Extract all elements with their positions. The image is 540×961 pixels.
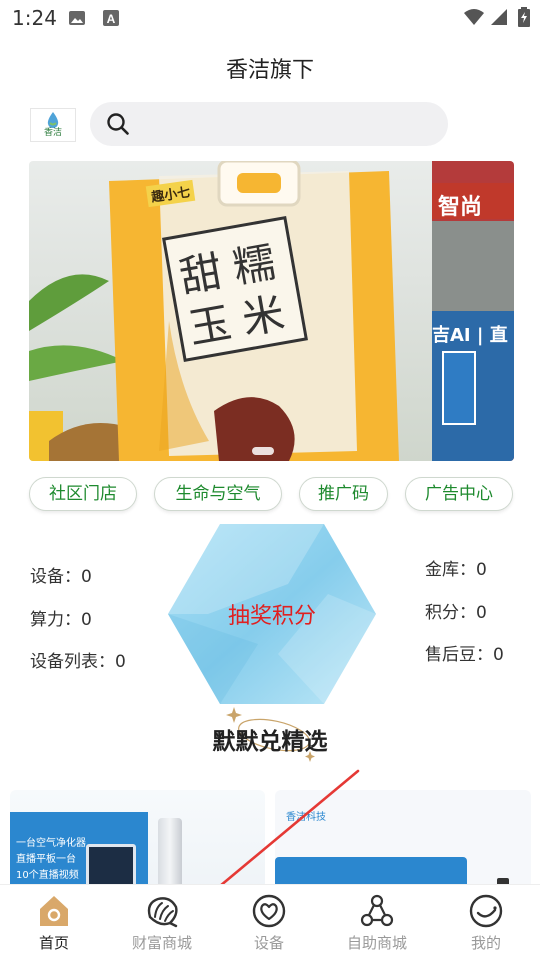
battery-icon — [518, 7, 530, 27]
smile-icon — [469, 894, 503, 928]
svg-text:A: A — [107, 12, 116, 26]
heart-device-icon — [252, 894, 286, 928]
card1-line-2: 直播平板一台 — [16, 854, 76, 865]
banner-carousel[interactable]: 趣小七 甜 糯 玉 米 智尚 吉AI | 直 — [29, 161, 514, 461]
tab-wealth-mall-label: 财富商城 — [131, 934, 192, 952]
search-input[interactable] — [140, 108, 434, 142]
tab-self-service-mall-label: 自助商城 — [346, 934, 407, 952]
tab-wealth-mall[interactable]: 财富商城 — [108, 885, 216, 961]
tab-self-service-mall[interactable]: 自助商城 — [323, 885, 431, 961]
page-title: 香洁旗下 — [225, 58, 314, 83]
brand-logo[interactable]: 香洁 — [30, 108, 76, 142]
wifi-icon — [464, 9, 484, 25]
chip-community-store[interactable]: 社区门店 — [29, 477, 137, 511]
stat-computing-power: 算力：0 — [30, 610, 92, 630]
image-icon — [69, 11, 85, 25]
quick-links: 社区门店 生命与空气 推广码 广告中心 — [0, 477, 540, 513]
stat-vault: 金库：0 — [425, 560, 487, 580]
carousel-indicator — [252, 447, 274, 455]
card1-line-1: 一台空气净化器 — [16, 838, 86, 849]
search-bar[interactable] — [90, 102, 448, 146]
search-icon — [107, 113, 129, 135]
chip-promo-code[interactable]: 推广码 — [299, 477, 388, 511]
product-char-4: 米 — [238, 288, 289, 344]
stat-points: 积分：0 — [425, 603, 487, 623]
stat-devices: 设备：0 — [30, 567, 92, 587]
tab-devices[interactable]: 设备 — [215, 885, 323, 961]
product-title-box: 甜 糯 玉 米 — [162, 216, 308, 362]
product-char-3: 玉 — [185, 297, 235, 354]
logo-text: 香洁 — [43, 128, 62, 138]
signal-icon — [491, 9, 507, 25]
tab-profile-label: 我的 — [470, 934, 501, 952]
section-title: 默默兑精选 — [212, 729, 328, 755]
tab-devices-label: 设备 — [253, 934, 284, 952]
banner-slide-store[interactable]: 智尚 吉AI | 直 — [432, 161, 514, 461]
home-icon — [40, 896, 68, 926]
status-time: 1:24 — [12, 6, 57, 30]
font-a-icon: A — [103, 10, 119, 26]
store-sign-text: 智尚 — [438, 195, 483, 220]
banner-slide-corn[interactable]: 趣小七 甜 糯 玉 米 — [29, 161, 432, 461]
chip-life-air[interactable]: 生命与空气 — [154, 477, 282, 511]
bottom-tab-bar: 首页 财富商城 设备 自助商城 我的 — [0, 884, 540, 961]
status-bar: 1:24 A — [0, 0, 540, 36]
store-ai-text: 吉AI | 直 — [432, 325, 508, 346]
tab-home[interactable]: 首页 — [0, 885, 108, 961]
tab-home-label: 首页 — [38, 934, 69, 952]
stat-device-list[interactable]: 设备列表：0 — [30, 647, 126, 672]
shell-icon — [147, 897, 178, 928]
nodes-icon — [360, 894, 394, 927]
stat-aftersale-beans: 售后豆：0 — [425, 645, 504, 665]
tab-profile[interactable]: 我的 — [432, 885, 540, 961]
lottery-label: 抽奖积分 — [227, 604, 316, 629]
chip-ad-center[interactable]: 广告中心 — [405, 477, 513, 511]
card1-line-3: 10个直播视频 — [16, 870, 79, 881]
